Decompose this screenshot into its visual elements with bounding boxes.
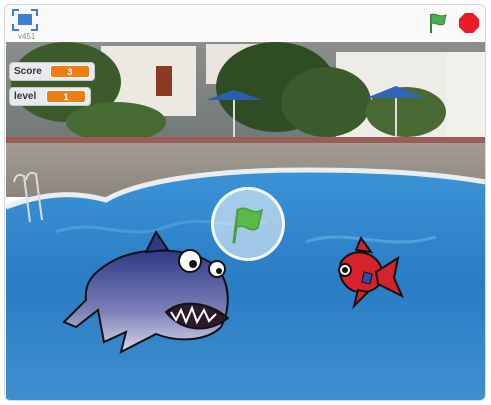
level-monitor-value: 1 bbox=[46, 90, 86, 103]
level-monitor-label: level bbox=[14, 91, 37, 102]
fullscreen-button[interactable] bbox=[12, 9, 38, 31]
version-label: v451 bbox=[18, 32, 36, 41]
green-flag-button[interactable] bbox=[426, 11, 450, 35]
stop-button[interactable] bbox=[458, 12, 480, 34]
player-toolbar: v451 bbox=[5, 5, 485, 43]
fullscreen-icon bbox=[12, 9, 38, 31]
score-monitor[interactable]: Score 3 bbox=[9, 62, 95, 81]
start-overlay-button[interactable] bbox=[211, 187, 285, 261]
level-monitor[interactable]: level 1 bbox=[9, 87, 91, 106]
score-monitor-label: Score bbox=[14, 66, 42, 77]
stop-icon bbox=[459, 13, 479, 33]
project-player: v451 Score 3 level 1 bbox=[4, 4, 486, 401]
green-flag-icon bbox=[232, 207, 264, 244]
green-flag-icon bbox=[430, 13, 447, 33]
stage[interactable]: Score 3 level 1 bbox=[6, 42, 485, 400]
score-monitor-value: 3 bbox=[50, 65, 90, 78]
